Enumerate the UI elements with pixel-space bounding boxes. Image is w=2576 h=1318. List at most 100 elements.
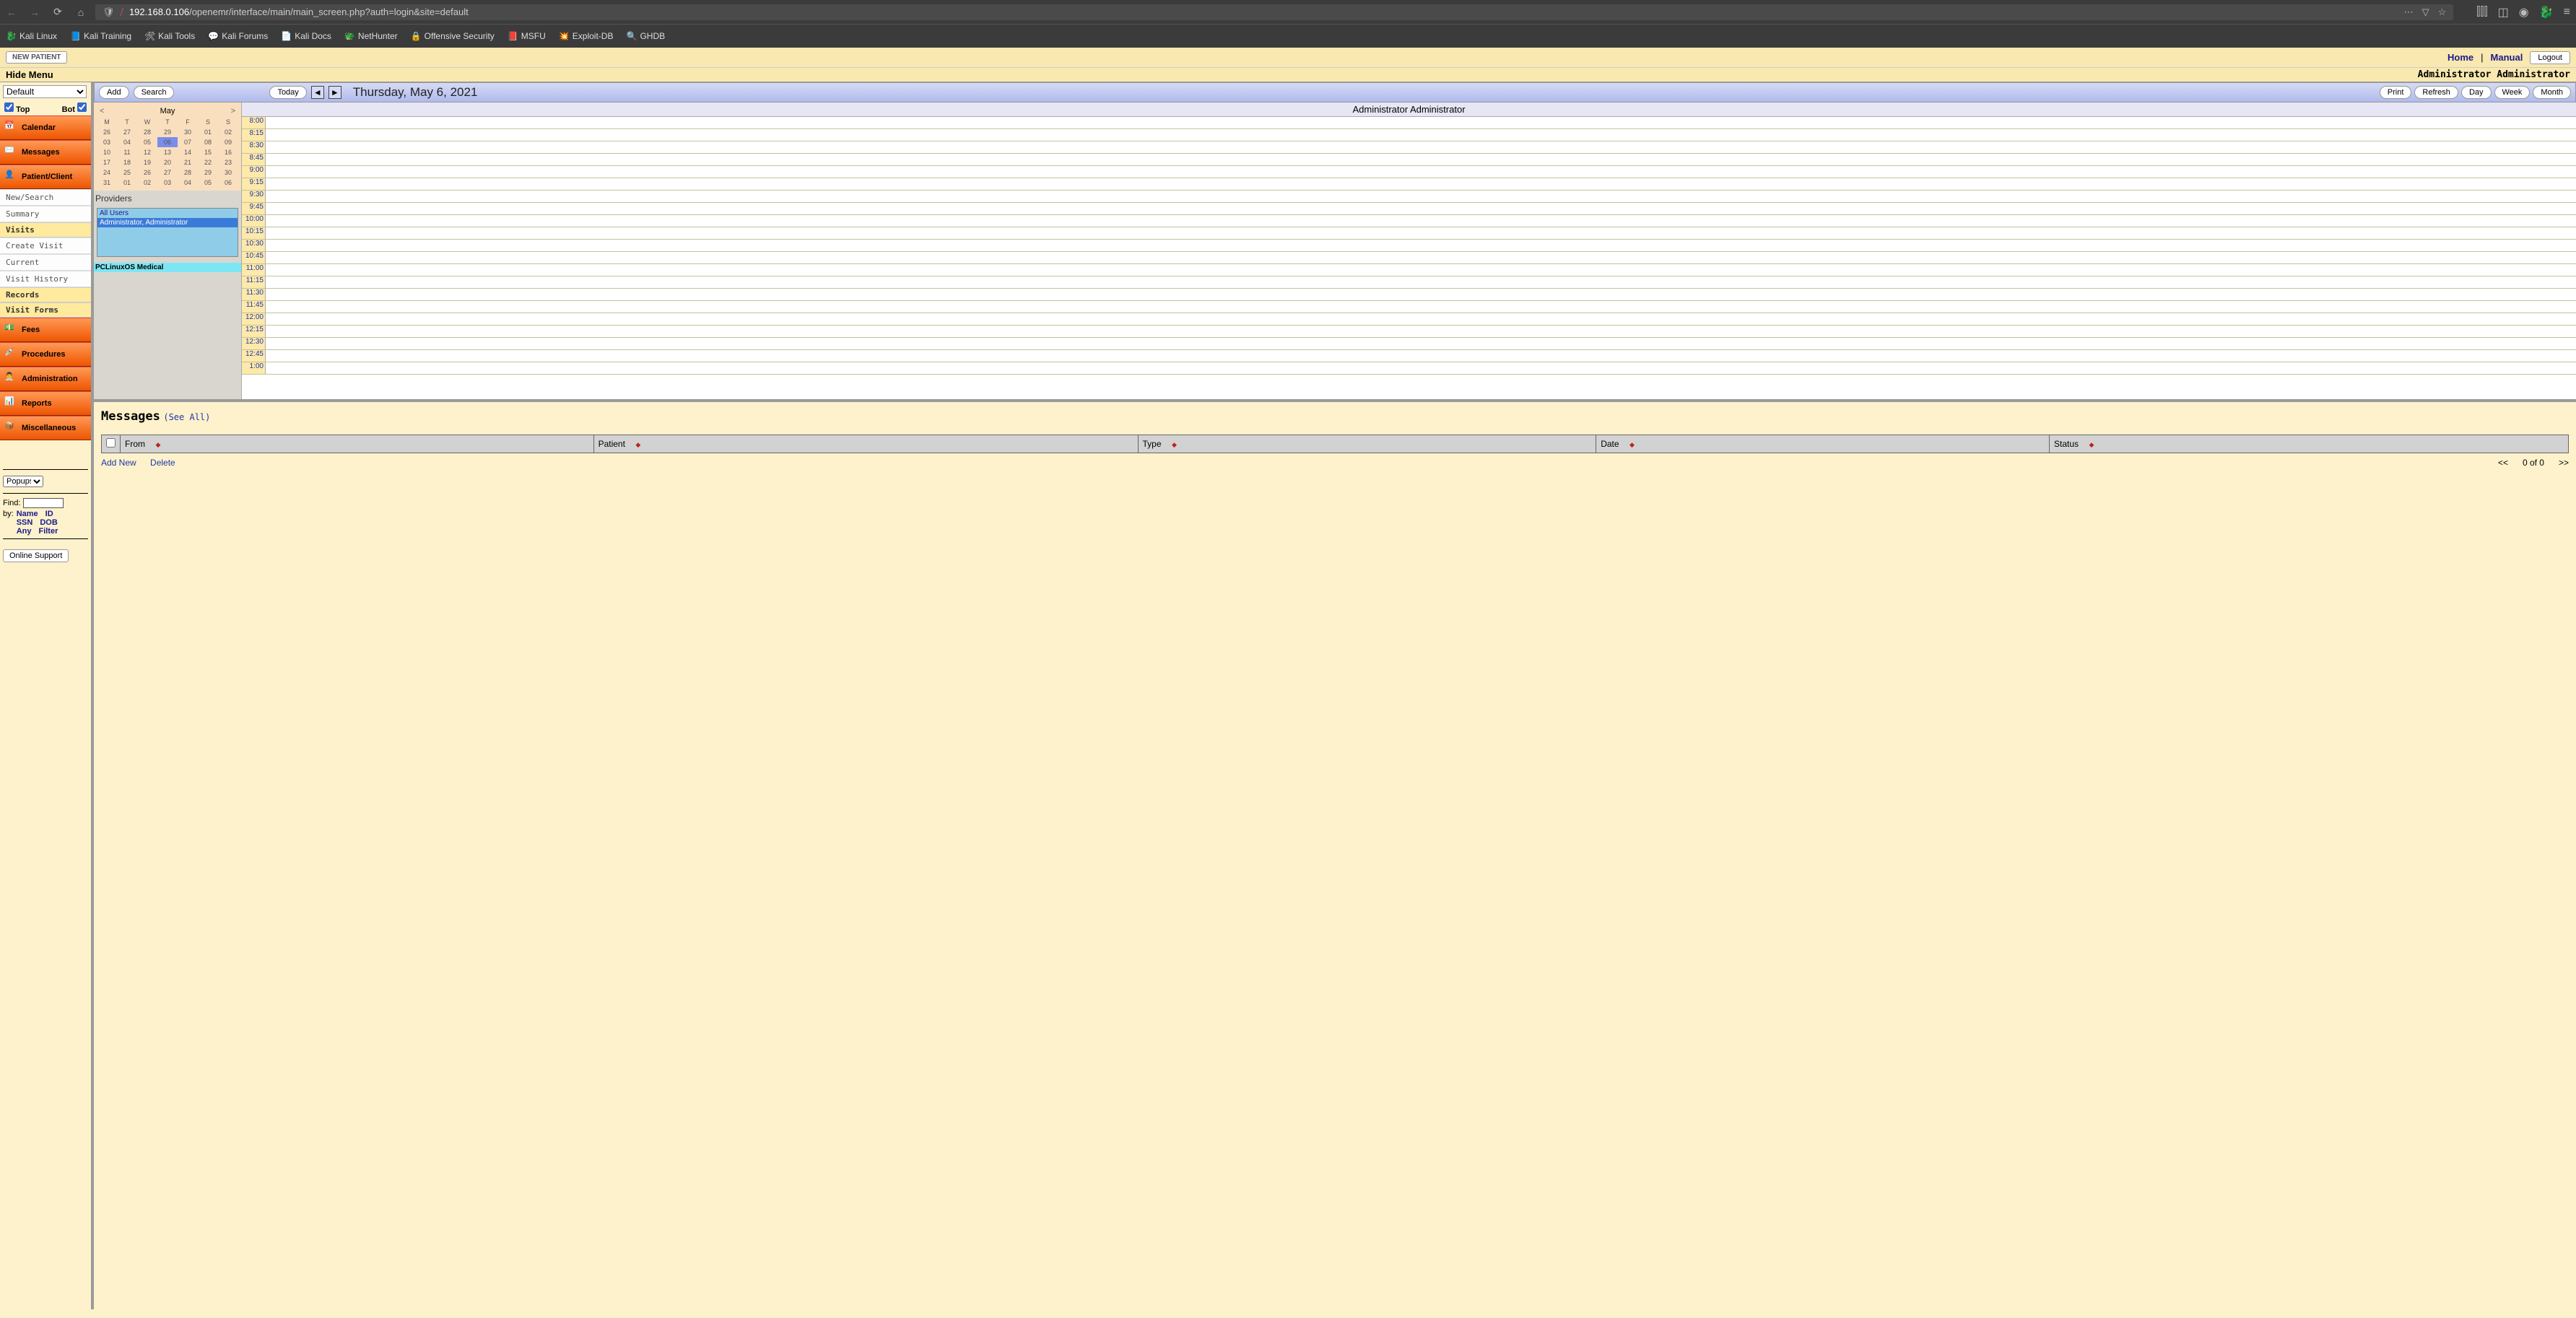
mini-prev-icon[interactable]: <	[100, 107, 104, 115]
time-slot[interactable]	[266, 252, 2576, 263]
sidebar-visit-history[interactable]: Visit History	[0, 271, 91, 287]
popups-select[interactable]: Popups	[3, 476, 43, 487]
filter-name[interactable]: Name	[17, 510, 38, 518]
bookmark-kali-tools[interactable]: 🛠Kali Tools	[144, 31, 195, 41]
mini-cal-day[interactable]: 09	[218, 137, 238, 147]
library-icon[interactable]: ⫿⫿⫿	[2476, 6, 2487, 19]
mini-cal-day[interactable]: 03	[157, 178, 178, 188]
time-slot[interactable]	[266, 154, 2576, 165]
pager-last-icon[interactable]: >>	[2559, 458, 2569, 468]
mini-cal-day[interactable]: 16	[218, 147, 238, 157]
cal-prev-icon[interactable]: ◄	[311, 86, 324, 99]
mini-cal-day[interactable]: 23	[218, 157, 238, 167]
mini-next-icon[interactable]: >	[231, 107, 235, 115]
col-patient[interactable]: Patient ◆	[593, 435, 1138, 453]
bot-checkbox[interactable]	[77, 102, 87, 112]
menu-icon[interactable]: ≡	[2564, 6, 2570, 19]
col-type[interactable]: Type ◆	[1138, 435, 1596, 453]
bookmark-ghdb[interactable]: 🔍GHDB	[626, 31, 665, 41]
sidebar-icon[interactable]: ◫	[2498, 5, 2509, 19]
time-slot[interactable]	[266, 301, 2576, 313]
sidebar-summary[interactable]: Summary	[0, 206, 91, 222]
mini-cal-day[interactable]: 15	[198, 147, 218, 157]
home-icon[interactable]: ⌂	[75, 6, 87, 18]
mini-cal-day[interactable]: 07	[178, 137, 198, 147]
forward-icon[interactable]: →	[29, 6, 40, 18]
time-slot[interactable]	[266, 313, 2576, 325]
hide-menu-link[interactable]: Hide Menu	[6, 69, 53, 80]
time-slot[interactable]	[266, 191, 2576, 202]
mini-cal-day[interactable]: 06	[157, 137, 178, 147]
filter-ssn[interactable]: SSN	[17, 518, 33, 527]
mini-cal-day[interactable]: 11	[117, 147, 137, 157]
cal-add-button[interactable]: Add	[99, 86, 129, 99]
bookmark-offsec[interactable]: 🔒Offensive Security	[411, 31, 495, 41]
mini-cal-day[interactable]: 10	[97, 147, 117, 157]
mini-cal-day[interactable]: 19	[137, 157, 157, 167]
cal-day-button[interactable]: Day	[2461, 86, 2492, 99]
mini-cal-day[interactable]: 31	[97, 178, 117, 188]
mini-cal-day[interactable]: 28	[137, 127, 157, 137]
mini-cal-day[interactable]: 04	[178, 178, 198, 188]
cal-print-button[interactable]: Print	[2380, 86, 2412, 99]
sidebar-visits[interactable]: Visits	[0, 222, 91, 237]
top-checkbox[interactable]	[4, 102, 14, 112]
sidebar-patient[interactable]: 👤Patient/Client	[0, 165, 91, 189]
mini-cal-day[interactable]: 13	[157, 147, 178, 157]
mini-cal-day[interactable]: 27	[117, 127, 137, 137]
bookmark-kali-docs[interactable]: 📄Kali Docs	[281, 31, 331, 41]
manual-link[interactable]: Manual	[2491, 52, 2523, 63]
mini-cal-day[interactable]: 25	[117, 167, 137, 178]
time-slot[interactable]	[266, 178, 2576, 190]
reader-icon[interactable]: ▽	[2422, 6, 2429, 18]
mini-cal-day[interactable]: 01	[117, 178, 137, 188]
mini-cal-day[interactable]: 04	[117, 137, 137, 147]
time-slot[interactable]	[266, 276, 2576, 288]
new-patient-button[interactable]: NEW PATIENT	[6, 51, 67, 64]
back-icon[interactable]: ←	[6, 6, 17, 18]
sidebar-visit-forms[interactable]: Visit Forms	[0, 302, 91, 318]
cal-search-button[interactable]: Search	[134, 86, 175, 99]
time-slot[interactable]	[266, 338, 2576, 349]
select-all-checkbox[interactable]	[106, 438, 116, 448]
sidebar-calendar[interactable]: 📅Calendar	[0, 115, 91, 140]
cal-refresh-button[interactable]: Refresh	[2414, 86, 2458, 99]
mini-cal-day[interactable]: 05	[137, 137, 157, 147]
mini-cal-day[interactable]: 17	[97, 157, 117, 167]
sidebar-reports[interactable]: 📊Reports	[0, 391, 91, 416]
bookmark-exploitdb[interactable]: 💥Exploit-DB	[559, 31, 614, 41]
mini-cal-day[interactable]: 21	[178, 157, 198, 167]
bookmark-kali-forums[interactable]: 💬Kali Forums	[208, 31, 268, 41]
time-slot[interactable]	[266, 129, 2576, 141]
sidebar-administration[interactable]: 👨‍💼Administration	[0, 367, 91, 391]
mini-cal-day[interactable]: 14	[178, 147, 198, 157]
time-slot[interactable]	[266, 141, 2576, 153]
filter-id[interactable]: ID	[45, 510, 53, 518]
sidebar-fees[interactable]: 💵Fees	[0, 318, 91, 342]
mini-cal-day[interactable]: 24	[97, 167, 117, 178]
extension-icon[interactable]: 🐉	[2539, 5, 2554, 19]
mini-cal-day[interactable]: 29	[198, 167, 218, 178]
cal-next-icon[interactable]: ►	[328, 86, 341, 99]
mini-cal-day[interactable]: 05	[198, 178, 218, 188]
pclinux-label[interactable]: PCLinuxOS Medical	[94, 263, 241, 272]
reload-icon[interactable]: ⟳	[52, 6, 64, 18]
mini-cal-day[interactable]: 22	[198, 157, 218, 167]
mini-cal-day[interactable]: 26	[137, 167, 157, 178]
time-grid[interactable]: 8:008:158:308:459:009:159:309:4510:0010:…	[242, 117, 2576, 399]
time-slot[interactable]	[266, 350, 2576, 362]
provider-all-users[interactable]: All Users	[97, 209, 238, 218]
sidebar-messages[interactable]: ✉️Messages	[0, 140, 91, 165]
col-status[interactable]: Status ◆	[2050, 435, 2569, 453]
pager-first-icon[interactable]: <<	[2498, 458, 2508, 468]
time-slot[interactable]	[266, 117, 2576, 128]
mini-cal-day[interactable]: 27	[157, 167, 178, 178]
sidebar-new-search[interactable]: New/Search	[0, 189, 91, 206]
col-from[interactable]: From ◆	[121, 435, 594, 453]
bookmark-msfu[interactable]: 📕MSFU	[508, 31, 546, 41]
theme-select[interactable]: Default	[3, 85, 87, 98]
time-slot[interactable]	[266, 215, 2576, 227]
mini-cal-day[interactable]: 06	[218, 178, 238, 188]
mini-cal-day[interactable]: 20	[157, 157, 178, 167]
sidebar-create-visit[interactable]: Create Visit	[0, 237, 91, 254]
